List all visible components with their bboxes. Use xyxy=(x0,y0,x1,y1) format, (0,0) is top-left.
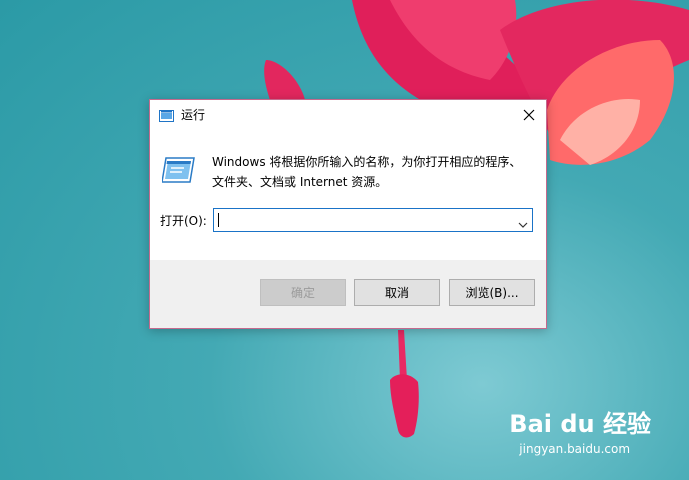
open-label: 打开(O): xyxy=(160,214,207,228)
chevron-down-icon[interactable] xyxy=(517,215,529,228)
watermark-url: jingyan.baidu.com xyxy=(519,442,631,456)
close-button[interactable] xyxy=(512,100,546,130)
open-input[interactable] xyxy=(216,210,510,230)
browse-button[interactable]: 浏览(B)... xyxy=(449,279,535,306)
baidu-watermark: Bai du 经验 jingyan.baidu.com xyxy=(509,404,651,456)
ok-button[interactable]: 确定 xyxy=(260,279,346,306)
dialog-title: 运行 xyxy=(181,108,206,122)
dialog-description: Windows 将根据你所输入的名称，为你打开相应的程序、文件夹、文档或 Int… xyxy=(212,155,522,189)
watermark-logo: Bai du 经验 xyxy=(509,410,651,438)
dialog-footer: 确定 取消 浏览(B)... xyxy=(150,260,546,328)
text-caret xyxy=(218,213,219,227)
cancel-button[interactable]: 取消 xyxy=(354,279,440,306)
run-program-icon xyxy=(161,156,196,184)
run-dialog: 运行 Windows 将根据你所输入的名称，为你打开相应的程序、文件夹、文档或 … xyxy=(149,99,547,329)
title-bar: 运行 xyxy=(150,100,546,130)
open-combobox[interactable] xyxy=(213,208,533,232)
run-app-icon xyxy=(159,108,175,122)
close-icon xyxy=(523,109,535,121)
